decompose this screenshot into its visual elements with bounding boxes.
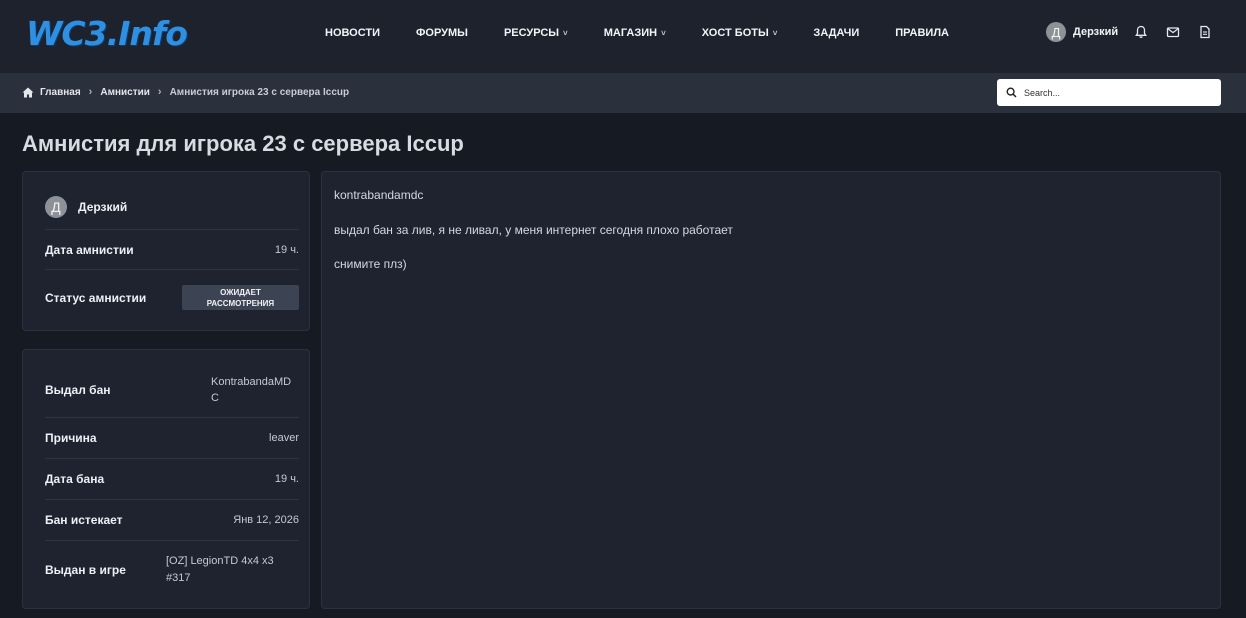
chevron-down-icon: ˅ [563, 28, 568, 38]
nav-item-label: НОВОСТИ [325, 27, 381, 39]
ban-reason-label: Причина [45, 431, 97, 445]
ban-reason-value: leaver [269, 432, 299, 444]
ban-issuer-row: Выдал бан KontrabandaMD C [45, 363, 299, 417]
avatar: Д [1046, 22, 1066, 42]
main-nav: НОВОСТИ ФОРУМЫ РЕСУРСЫ ˅ МАГАЗИН ˅ ХОСТ БО… [307, 0, 967, 66]
ban-game-row: Выдан в игре [OZ] LegionTD 4x4 x3 #317 [45, 540, 299, 599]
ban-date-label: Дата бана [45, 472, 105, 486]
nav-item-label: ЗАДАЧИ [813, 27, 860, 39]
nav-item-label: ФОРУМЫ [416, 27, 468, 39]
chevron-right-icon: › [88, 86, 93, 98]
page-title: Амнистия для игрока 23 с сервера Iccup [22, 131, 464, 156]
ban-issuer-line: KontrabandaMD [211, 376, 292, 388]
home-icon[interactable] [22, 87, 34, 98]
envelope-icon[interactable] [1166, 25, 1180, 39]
nav-item-label: ПРАВИЛА [895, 27, 949, 39]
user-menu[interactable]: Д Дерзкий [1046, 22, 1118, 42]
nav-item-forums[interactable]: ФОРУМЫ [416, 27, 468, 39]
ban-expires-label: Бан истекает [45, 513, 123, 527]
document-icon[interactable] [1198, 25, 1212, 39]
breadcrumb-current[interactable]: Амнистия игрока 23 с сервера Iccup [170, 87, 350, 98]
chevron-right-icon: › [157, 86, 162, 98]
ban-issuer-value: KontrabandaMD C [211, 374, 299, 406]
ban-game-label: Выдан в игре [45, 563, 126, 577]
ban-info-panel: Выдал бан KontrabandaMD C Причина leaver… [22, 349, 310, 609]
ban-issuer-label: Выдал бан [45, 383, 111, 397]
ban-expires-value: Янв 12, 2026 [233, 514, 299, 526]
nav-item-resources[interactable]: РЕСУРСЫ ˅ [504, 27, 568, 39]
breadcrumb-home[interactable]: Главная [40, 87, 81, 98]
status-badge: ОЖИДАЕТ РАССМОТРЕНИЯ [182, 285, 299, 310]
status-badge-line: ОЖИДАЕТ [220, 288, 261, 297]
search-box[interactable] [997, 79, 1221, 106]
amnesty-info-panel: Д Дерзкий Дата амнистии 19 ч. Статус амн… [22, 171, 310, 331]
message-line: снимите плз) [334, 257, 407, 271]
status-badge-line: РАССМОТРЕНИЯ [206, 299, 275, 308]
amnesty-date-label: Дата амнистии [45, 242, 134, 257]
nav-item-host-bots[interactable]: ХОСТ БОТЫ ˅ [702, 27, 778, 39]
amnesty-status-row: Статус амнистии ОЖИДАЕТ РАССМОТРЕНИЯ [45, 269, 299, 325]
ban-game-value: [OZ] LegionTD 4x4 x3 #317 [166, 553, 299, 587]
ban-game-line: #317 [166, 572, 191, 584]
ban-game-line: [OZ] LegionTD 4x4 x3 [166, 555, 274, 567]
author-row: Д Дерзкий [45, 185, 299, 229]
avatar: Д [45, 196, 67, 218]
nav-item-shop[interactable]: МАГАЗИН ˅ [604, 27, 666, 39]
message-line: kontrabandamdc [334, 188, 424, 202]
search-icon[interactable] [1006, 87, 1017, 98]
username: Дерзкий [1073, 26, 1119, 38]
ban-date-row: Дата бана 19 ч. [45, 458, 299, 499]
nav-item-label: ХОСТ БОТЫ [701, 27, 769, 39]
amnesty-date-value: 19 ч. [274, 243, 299, 256]
chevron-down-icon: ˅ [772, 28, 778, 38]
nav-item-tasks[interactable]: ЗАДАЧИ [813, 27, 859, 39]
top-navbar: WC3.Info НОВОСТИ ФОРУМЫ РЕСУРСЫ ˅ МАГАЗИН… [0, 0, 1246, 73]
nav-item-label: РЕСУРСЫ [503, 27, 560, 39]
nav-item-rules[interactable]: ПРАВИЛА [895, 27, 949, 39]
amnesty-date-row: Дата амнистии 19 ч. [45, 229, 299, 269]
ban-expires-row: Бан истекает Янв 12, 2026 [45, 499, 299, 540]
author-name[interactable]: Дерзкий [78, 200, 127, 214]
nav-item-news[interactable]: НОВОСТИ [325, 27, 380, 39]
breadcrumb: Главная › Амнистии › Амнистия игрока 23 … [22, 86, 349, 98]
message-line: выдал бан за лив, я не ливал, у меня инт… [334, 223, 733, 237]
ban-date-value: 19 ч. [274, 473, 299, 485]
message-panel: kontrabandamdc выдал бан за лив, я не ли… [321, 171, 1221, 609]
amnesty-status-label: Статус амнистии [45, 290, 147, 305]
search-input[interactable] [1024, 87, 1204, 98]
site-logo[interactable]: WC3.Info [26, 14, 188, 53]
chevron-down-icon: ˅ [661, 28, 666, 38]
breadcrumb-amnesties[interactable]: Амнистии [100, 87, 150, 98]
ban-issuer-line: C [211, 392, 219, 404]
bell-icon[interactable] [1134, 25, 1148, 39]
nav-item-label: МАГАЗИН [603, 27, 658, 39]
ban-reason-row: Причина leaver [45, 417, 299, 458]
